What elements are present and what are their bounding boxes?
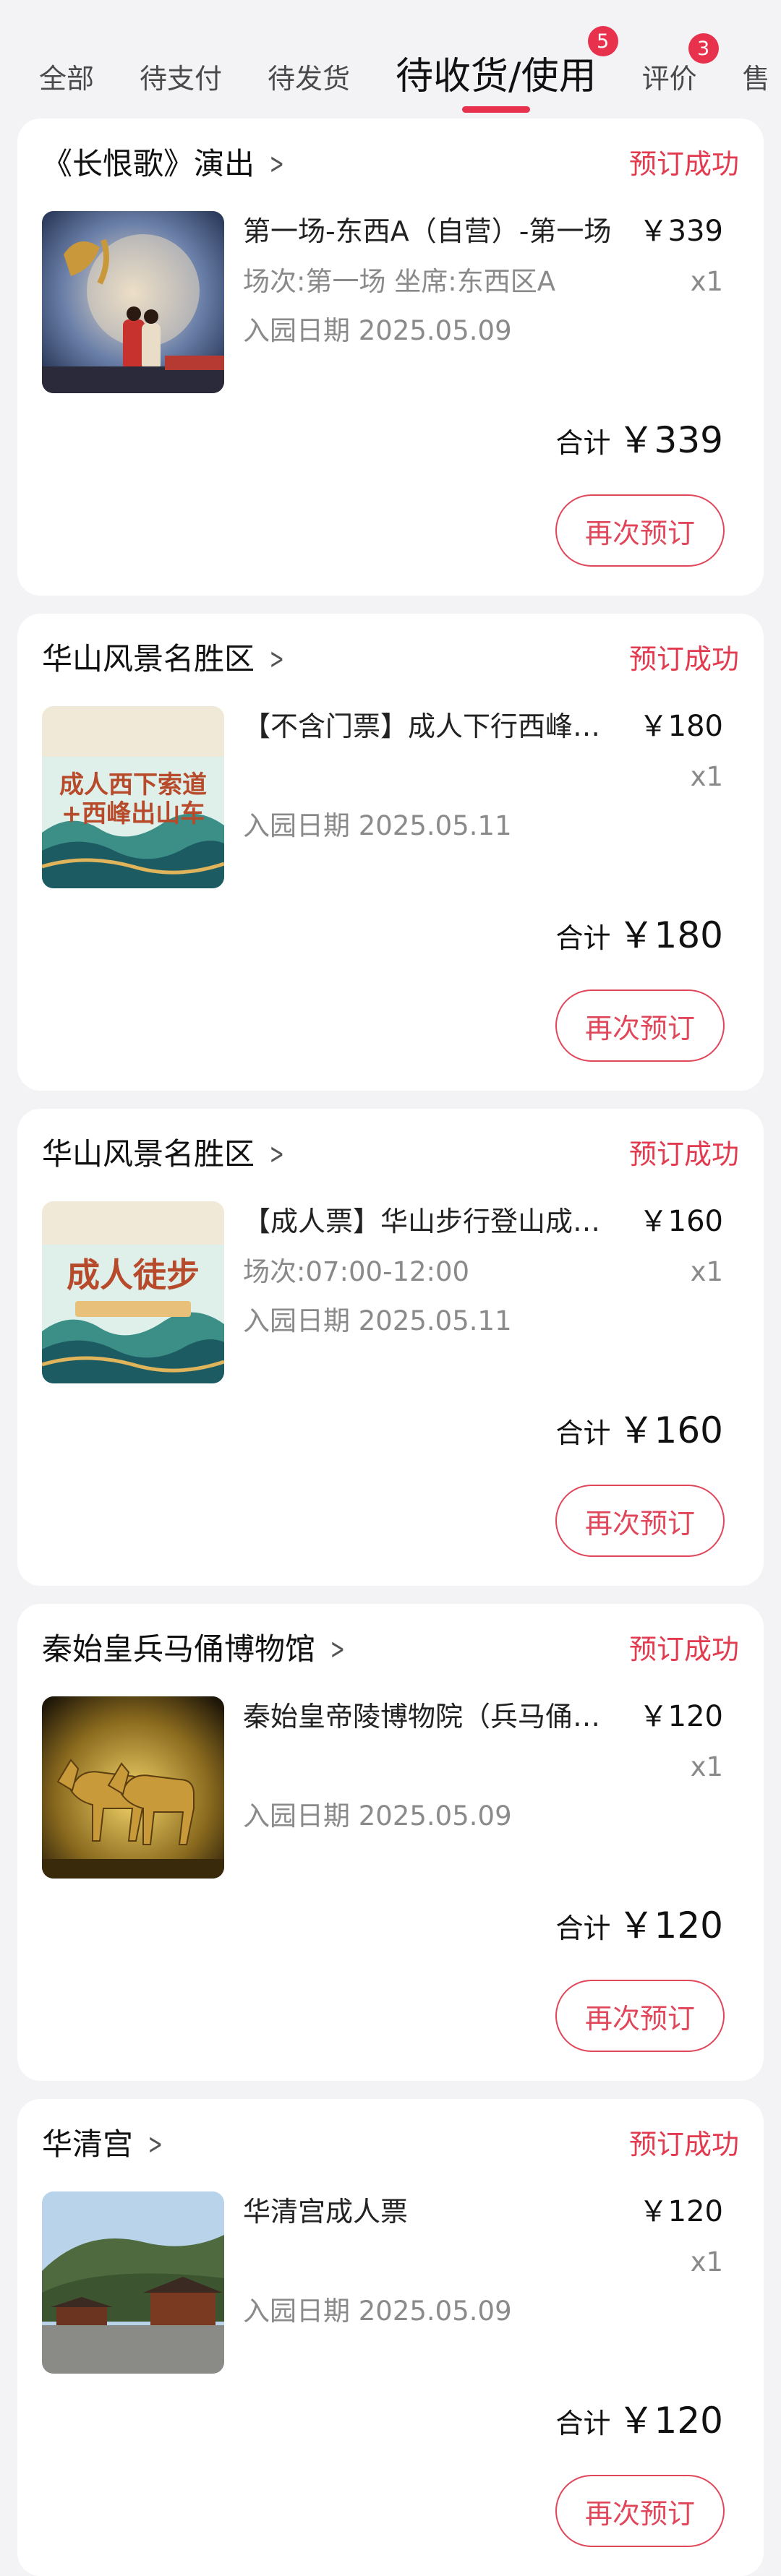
entry-date: 入园日期 2025.05.11 (243, 810, 512, 841)
order-card[interactable]: 华山风景名胜区 > 预订成功 成人西下索道 +西峰出山车 【不含门票】成人下行西峰… (17, 614, 764, 1091)
rebook-button[interactable]: 再次预订 (555, 1485, 725, 1557)
rebook-button[interactable]: 再次预订 (555, 2475, 725, 2547)
tab-pending-payment[interactable]: 待支付 (140, 65, 222, 116)
tab-pending-shipment[interactable]: 待发货 (268, 65, 350, 116)
tab-label: 待支付 (140, 63, 223, 95)
chevron-right-icon: > (148, 2128, 163, 2161)
performance-poster-icon[interactable] (42, 211, 224, 393)
entry-date: 入园日期 2025.05.09 (243, 1800, 512, 1832)
rebook-button[interactable]: 再次预订 (555, 989, 725, 1062)
count-badge: 3 (688, 33, 719, 64)
order-status: 预订成功 (628, 2129, 739, 2160)
total-label: 合计 (555, 2408, 611, 2439)
shop-name-link[interactable]: 华清宫 > (42, 2129, 168, 2160)
total-amount: ￥180 (618, 914, 723, 956)
item-quantity: x1 (690, 266, 723, 297)
rebook-button[interactable]: 再次预订 (555, 494, 725, 567)
item-quantity: x1 (690, 1256, 723, 1287)
order-status: 预订成功 (628, 1138, 739, 1170)
shop-name-link[interactable]: 《长恨歌》演出 > (42, 149, 289, 179)
session-info: 场次:第一场 坐席:东西区A (243, 266, 556, 297)
total-label: 合计 (555, 427, 611, 459)
total-label: 合计 (555, 922, 611, 954)
order-status: 预订成功 (628, 1633, 739, 1665)
rebook-button[interactable]: 再次预订 (555, 1980, 725, 2052)
item-price: ￥160 (639, 1205, 723, 1238)
item-price: ￥120 (639, 2195, 723, 2228)
thumb-text: 成人徒步 (67, 1255, 200, 1295)
chevron-right-icon: > (269, 147, 284, 181)
shop-name: 华山风景名胜区 (42, 1136, 255, 1172)
order-total: 合计 ￥180 (556, 917, 723, 953)
total-amount: ￥120 (618, 1905, 723, 1946)
item-name: 秦始皇帝陵博物院（兵马俑）门票 (243, 1702, 619, 1733)
palace-landscape-icon[interactable] (42, 2191, 224, 2374)
cable-car-ticket-icon[interactable]: 成人西下索道 +西峰出山车 (42, 706, 224, 888)
shop-name-link[interactable]: 华山风景名胜区 > (42, 1139, 289, 1169)
count-badge: 5 (587, 26, 618, 56)
item-name: 【成人票】华山步行登山成人票 (243, 1207, 619, 1237)
order-status: 预订成功 (628, 148, 739, 180)
order-status-tabs: 全部 待支付 待发货 待收货/使用 5 评价 3 售 (0, 0, 781, 116)
tab-all[interactable]: 全部 (39, 65, 94, 116)
order-status: 预订成功 (628, 643, 739, 675)
order-card[interactable]: 华山风景名胜区 > 预订成功 成人徒步 【成人票】华山步行登山成人票 ￥160 场… (17, 1109, 764, 1586)
shop-name: 华山风景名胜区 (42, 641, 255, 677)
tab-label: 待收货/使用 (396, 55, 597, 98)
total-label: 合计 (555, 1912, 611, 1944)
item-name: 华清宫成人票 (243, 2197, 409, 2228)
item-price: ￥180 (639, 710, 723, 743)
shop-name-link[interactable]: 秦始皇兵马俑博物馆 > (42, 1634, 350, 1665)
entry-date: 入园日期 2025.05.09 (243, 315, 512, 346)
total-amount: ￥160 (618, 1409, 723, 1451)
shop-name: 华清宫 (42, 2126, 134, 2162)
item-quantity: x1 (690, 2246, 723, 2277)
tab-label: 售 (742, 63, 770, 95)
order-total: 合计 ￥120 (556, 2403, 723, 2439)
tab-review[interactable]: 评价 3 (641, 33, 719, 116)
order-card[interactable]: 华清宫 > 预订成功 华清宫成人票 ￥120 x1 入园日期 2025.05.09… (17, 2099, 764, 2576)
item-quantity: x1 (690, 761, 723, 792)
chevron-right-icon: > (330, 1633, 345, 1666)
item-price: ￥120 (639, 1700, 723, 1733)
order-total: 合计 ￥120 (556, 1907, 723, 1944)
order-list: 《长恨歌》演出 > 预订成功 第一场-东西A（自营）-第一场 ￥339 场次:第… (0, 116, 781, 2576)
tab-label: 待发货 (268, 63, 351, 95)
tab-after-sale[interactable]: 售 (743, 65, 770, 116)
tab-label: 评价 (641, 63, 697, 95)
thumb-text: 成人西下索道 (59, 770, 207, 799)
terracotta-horses-icon[interactable] (42, 1696, 224, 1879)
entry-date: 入园日期 2025.05.09 (243, 2296, 512, 2327)
chevron-right-icon: > (269, 1138, 284, 1171)
chevron-right-icon: > (269, 643, 284, 676)
session-info: 场次:07:00-12:00 (243, 1256, 470, 1287)
tab-label: 全部 (39, 63, 95, 95)
order-card[interactable]: 秦始皇兵马俑博物馆 > 预订成功 秦始皇帝陵博物院（兵马俑）门票 ￥120 x1… (17, 1604, 764, 2081)
shop-name: 《长恨歌》演出 (42, 146, 255, 181)
hiking-ticket-icon[interactable]: 成人徒步 (42, 1201, 224, 1383)
item-price: ￥339 (639, 215, 723, 248)
order-total: 合计 ￥339 (556, 422, 723, 458)
tab-pending-receipt-use[interactable]: 待收货/使用 5 (396, 26, 618, 116)
shop-name: 秦始皇兵马俑博物馆 (42, 1631, 316, 1667)
item-name: 第一场-东西A（自营）-第一场 (243, 217, 612, 247)
thumb-text: +西峰出山车 (61, 799, 205, 828)
total-amount: ￥120 (618, 2400, 723, 2442)
total-amount: ￥339 (618, 419, 723, 461)
order-total: 合计 ￥160 (556, 1412, 723, 1448)
total-label: 合计 (555, 1417, 611, 1449)
item-quantity: x1 (690, 1751, 723, 1782)
shop-name-link[interactable]: 华山风景名胜区 > (42, 644, 289, 674)
item-name: 【不含门票】成人下行西峰索道 (243, 712, 619, 742)
order-card[interactable]: 《长恨歌》演出 > 预订成功 第一场-东西A（自营）-第一场 ￥339 场次:第… (17, 119, 764, 596)
entry-date: 入园日期 2025.05.11 (243, 1305, 512, 1336)
